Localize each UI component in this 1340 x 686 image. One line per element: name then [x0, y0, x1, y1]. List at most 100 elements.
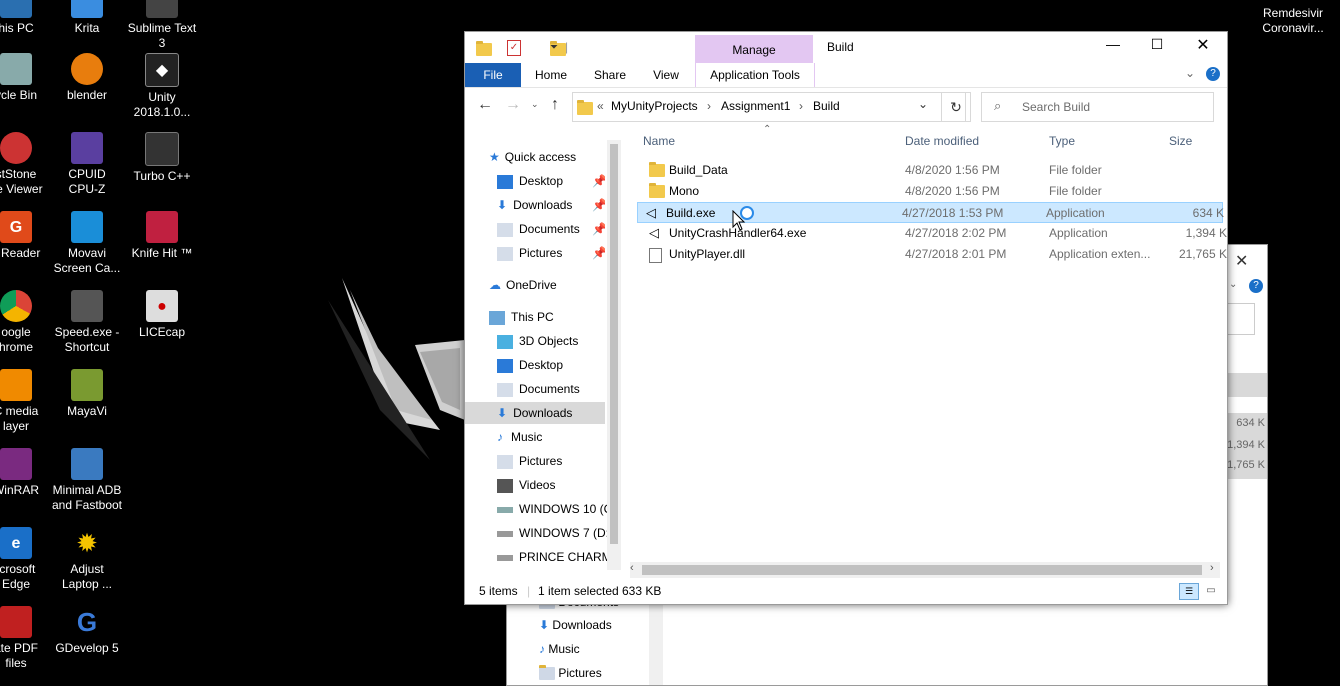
nav-documents-pinned[interactable]: Documents 📌 [497, 218, 605, 240]
table-row[interactable]: UnityPlayer.dll 4/27/2018 2:01 PM Applic… [639, 244, 1229, 264]
chevron-down-icon[interactable]: ⌄ [1229, 279, 1237, 290]
desktop-icon-blender[interactable]: blender [49, 53, 125, 103]
nav-onedrive[interactable]: ☁ OneDrive [489, 274, 557, 296]
computer-icon [0, 0, 32, 18]
address-bar[interactable]: « MyUnityProjects › Assignment1 › Build … [572, 92, 966, 122]
desktop-icon-this-pc[interactable]: his PC [0, 0, 54, 36]
large-icons-view-button[interactable]: ▭ [1203, 583, 1219, 598]
desktop-icon-licecap[interactable]: ● LICEcap [124, 290, 200, 340]
scroll-right-icon[interactable]: › [1210, 562, 1214, 574]
desktop-icon-gdevelop[interactable]: G GDevelop 5 [49, 606, 125, 656]
desktop-icon-recycle-bin[interactable]: ycle Bin [0, 53, 54, 103]
nav-documents[interactable]: Documents [497, 378, 580, 400]
nav-3d-objects[interactable]: 3D Objects [497, 330, 578, 352]
nav-prince-charm[interactable]: PRINCE CHARM [497, 546, 607, 568]
breadcrumb-build[interactable]: Build [813, 99, 840, 113]
search-icon: ⌕ [994, 98, 1002, 113]
desktop-icon-adjust-laptop[interactable]: ✹ Adjust Laptop ... [49, 527, 125, 592]
nav-item[interactable]: ♪ Music [539, 642, 580, 656]
desktop-icon-unity[interactable]: ◆ Unity 2018.1.0... [124, 53, 200, 120]
nav-scrollbar[interactable] [649, 595, 663, 685]
forward-button[interactable]: → [505, 96, 521, 114]
close-button[interactable]: ✕ [1185, 35, 1221, 57]
cpuz-icon [71, 132, 103, 164]
desktop-icon-faststone[interactable]: stStone ge Viewer [0, 132, 54, 197]
nav-pictures[interactable]: Pictures [497, 450, 562, 472]
file-type: File folder [1049, 184, 1102, 198]
desktop-icon-speed[interactable]: Speed.exe - Shortcut [49, 290, 125, 355]
nav-downloads-pinned[interactable]: ⬇ Downloads 📌 [497, 194, 605, 216]
nav-downloads-selected[interactable]: ⬇ Downloads [465, 402, 605, 424]
desktop-icon-winrar[interactable]: WinRAR [0, 448, 54, 498]
scroll-thumb[interactable] [610, 144, 618, 544]
column-name[interactable]: Name [643, 134, 675, 148]
minimize-button[interactable]: — [1095, 36, 1131, 58]
nav-drive-c[interactable]: WINDOWS 10 (C [497, 498, 607, 520]
desktop-icon-edge[interactable]: e icrosoft Edge [0, 527, 54, 592]
details-view-button[interactable]: ☰ [1179, 583, 1199, 600]
column-date-modified[interactable]: Date modified [905, 134, 979, 148]
desktop-icon-turbo-c[interactable]: Turbo C++ [124, 132, 200, 184]
desktop-icon-remdesivir[interactable]: Remdesivir Coronavir... [1248, 6, 1338, 36]
tab-share[interactable]: Share [585, 63, 635, 87]
scroll-thumb[interactable] [642, 565, 1202, 575]
manage-context-tab[interactable]: Manage [695, 35, 813, 63]
table-row[interactable]: Build_Data 4/8/2020 1:56 PM File folder [639, 160, 1229, 180]
folder-icon [649, 183, 665, 198]
pin-icon: 📌 [592, 246, 605, 260]
help-icon[interactable]: ? [1249, 279, 1263, 293]
desktop-icon-cpuz[interactable]: CPUID CPU-Z [49, 132, 125, 197]
nav-pictures-pinned[interactable]: Pictures 📌 [497, 242, 605, 264]
desktop-icon-mayavi[interactable]: MayaVi [49, 369, 125, 419]
table-row-selected[interactable]: ◁ Build.exe 4/27/2018 1:53 PM Applicatio… [637, 202, 1224, 223]
tab-view[interactable]: View [643, 63, 689, 87]
refresh-button[interactable]: ↻ [941, 92, 971, 122]
nav-videos[interactable]: Videos [497, 474, 555, 496]
column-type[interactable]: Type [1049, 134, 1075, 148]
help-icon[interactable]: ? [1206, 67, 1220, 81]
tab-application-tools[interactable]: Application Tools [695, 63, 815, 87]
tab-file[interactable]: File [465, 63, 521, 87]
desktop-icon-chrome[interactable]: oogle hrome [0, 290, 54, 355]
up-button[interactable]: ↑ [551, 96, 559, 114]
close-icon[interactable]: ✕ [1235, 251, 1248, 271]
maximize-button[interactable]: ☐ [1139, 36, 1175, 58]
breadcrumb-myunityprojects[interactable]: MyUnityProjects [611, 99, 698, 113]
nav-desktop-pinned[interactable]: Desktop 📌 [497, 170, 605, 192]
nav-scrollbar[interactable] [607, 140, 621, 570]
back-button[interactable]: ← [477, 96, 493, 114]
nav-music[interactable]: ♪ Music [497, 426, 542, 448]
desktop-icon-movavi[interactable]: Movavi Screen Ca... [49, 211, 125, 276]
nav-this-pc[interactable]: This PC [489, 306, 554, 328]
desktop-icon-minimal-adb[interactable]: Minimal ADB and Fastboot [49, 448, 125, 513]
customize-toolbar-icon[interactable]: ⏷ [550, 42, 558, 53]
breadcrumb-assignment1[interactable]: Assignment1 [721, 99, 790, 113]
search-box[interactable]: ⌕ Search Build [981, 92, 1214, 122]
desktop-icon-pdf-reader[interactable]: Git Reader [0, 211, 54, 261]
address-dropdown-icon[interactable]: ⌄ [918, 97, 928, 111]
nav-item[interactable]: ⬇ Downloads [539, 618, 612, 632]
recent-locations-icon[interactable]: ⌄ [531, 99, 539, 110]
desktop-icon-create-pdf[interactable]: ate PDF files [0, 606, 54, 671]
3d-objects-icon [497, 334, 513, 349]
desktop-icon-sublime[interactable]: Sublime Text 3 [124, 0, 200, 51]
sun-icon: ✹ [76, 527, 98, 558]
horizontal-scrollbar[interactable]: ‹ › [630, 562, 1220, 578]
table-row[interactable]: ◁ UnityCrashHandler64.exe 4/27/2018 2:02… [639, 223, 1229, 243]
nav-quick-access[interactable]: ★ Quick access [489, 146, 576, 168]
tab-home[interactable]: Home [527, 63, 575, 87]
table-row[interactable]: Mono 4/8/2020 1:56 PM File folder [639, 181, 1229, 201]
desktop-icon-knife-hit[interactable]: Knife Hit ™ [124, 211, 200, 261]
nav-item[interactable]: Pictures [539, 665, 602, 681]
desktop-icon-vlc[interactable]: C media layer [0, 369, 54, 434]
nav-drive-d[interactable]: WINDOWS 7 (D:) [497, 522, 607, 544]
nav-desktop[interactable]: Desktop [497, 354, 563, 376]
desktop-icon-krita[interactable]: Krita [49, 0, 125, 36]
folder-icon [649, 162, 665, 177]
quick-access-toolbar-properties-icon[interactable]: ✓ [507, 40, 521, 56]
overflow-chevron[interactable]: « [597, 99, 604, 113]
search-box-partial[interactable] [1225, 303, 1255, 335]
column-size[interactable]: Size [1169, 134, 1192, 148]
scroll-left-icon[interactable]: ‹ [630, 562, 634, 574]
expand-ribbon-icon[interactable]: ⌄ [1185, 66, 1195, 80]
